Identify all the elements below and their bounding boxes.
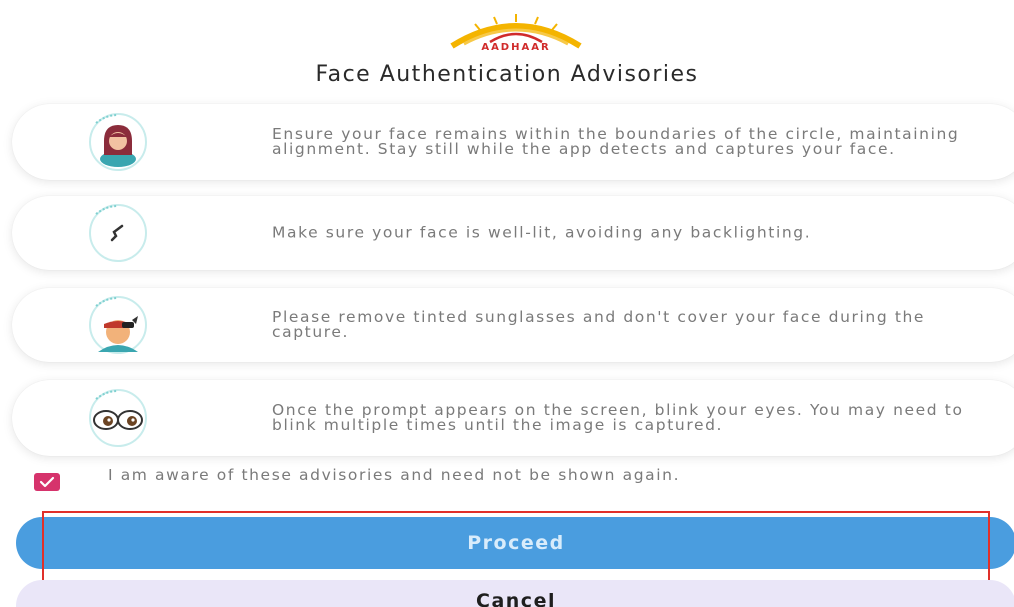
advisory-text: Ensure your face remains within the boun… <box>272 125 960 158</box>
advisory-card-blink: Once the prompt appears on the screen, b… <box>12 380 1014 456</box>
advisory-text: Please remove tinted sunglasses and don'… <box>272 308 926 341</box>
highlight-box <box>42 511 990 585</box>
advisory-text: Once the prompt appears on the screen, b… <box>272 401 964 434</box>
advisory-card-sunglasses: Please remove tinted sunglasses and don'… <box>12 288 1014 362</box>
acknowledge-checkbox[interactable] <box>34 473 60 491</box>
cancel-button[interactable]: Cancel <box>16 580 1014 607</box>
advisory-card-lighting: Make sure your face is well-lit, avoidin… <box>12 196 1014 270</box>
cancel-label: Cancel <box>476 590 556 607</box>
face-in-circle-icon <box>76 111 160 173</box>
page-title: Face Authentication Advisories <box>315 62 699 87</box>
logo-text: AADHAAR <box>481 42 551 53</box>
advisory-text: Make sure your face is well-lit, avoidin… <box>272 223 812 242</box>
checkmark-icon <box>39 476 55 488</box>
lighting-icon <box>76 202 160 264</box>
sunglasses-face-icon <box>76 294 160 356</box>
advisory-card-face-position: Ensure your face remains within the boun… <box>12 104 1014 180</box>
aadhaar-logo: AADHAAR <box>420 12 612 54</box>
blinking-eyes-icon <box>76 387 160 449</box>
acknowledge-label[interactable]: I am aware of these advisories and need … <box>108 467 988 483</box>
